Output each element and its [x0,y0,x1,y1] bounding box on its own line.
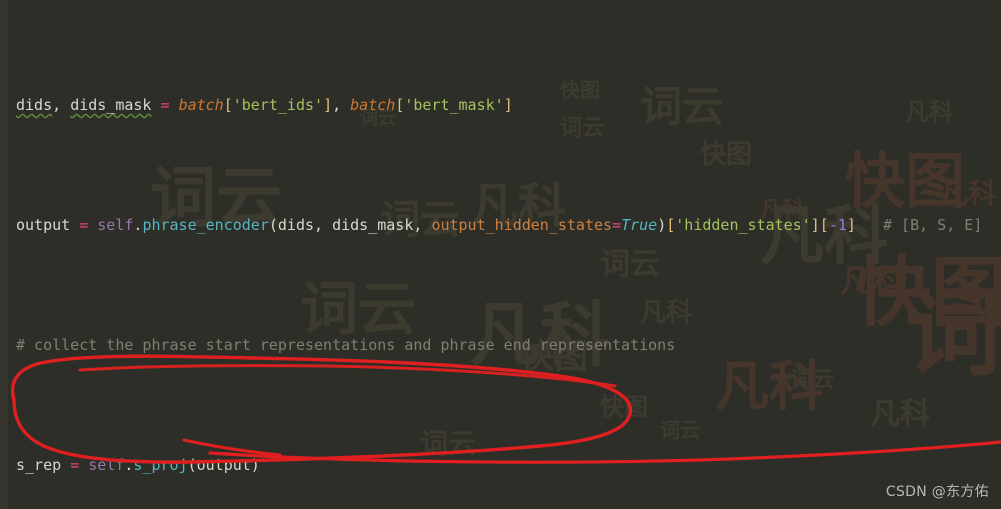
code-line[interactable]: output = self.phrase_encoder(dids, dids_… [0,210,1001,240]
csdn-watermark-credit: CSDN @东方佑 [885,484,989,500]
code-content[interactable]: dids, dids_mask = batch['bert_ids'], bat… [0,0,1001,509]
code-line[interactable]: s_rep = self.s_proj(output) [0,450,1001,480]
code-editor-pane[interactable]: 词云 词云 快图 快图 凡科 凡科 快图 凡科 词云 词云 词云 词云 凡科 凡… [0,0,1001,509]
code-line[interactable]: dids, dids_mask = batch['bert_ids'], bat… [0,90,1001,120]
code-line[interactable]: # collect the phrase start representatio… [0,330,1001,360]
